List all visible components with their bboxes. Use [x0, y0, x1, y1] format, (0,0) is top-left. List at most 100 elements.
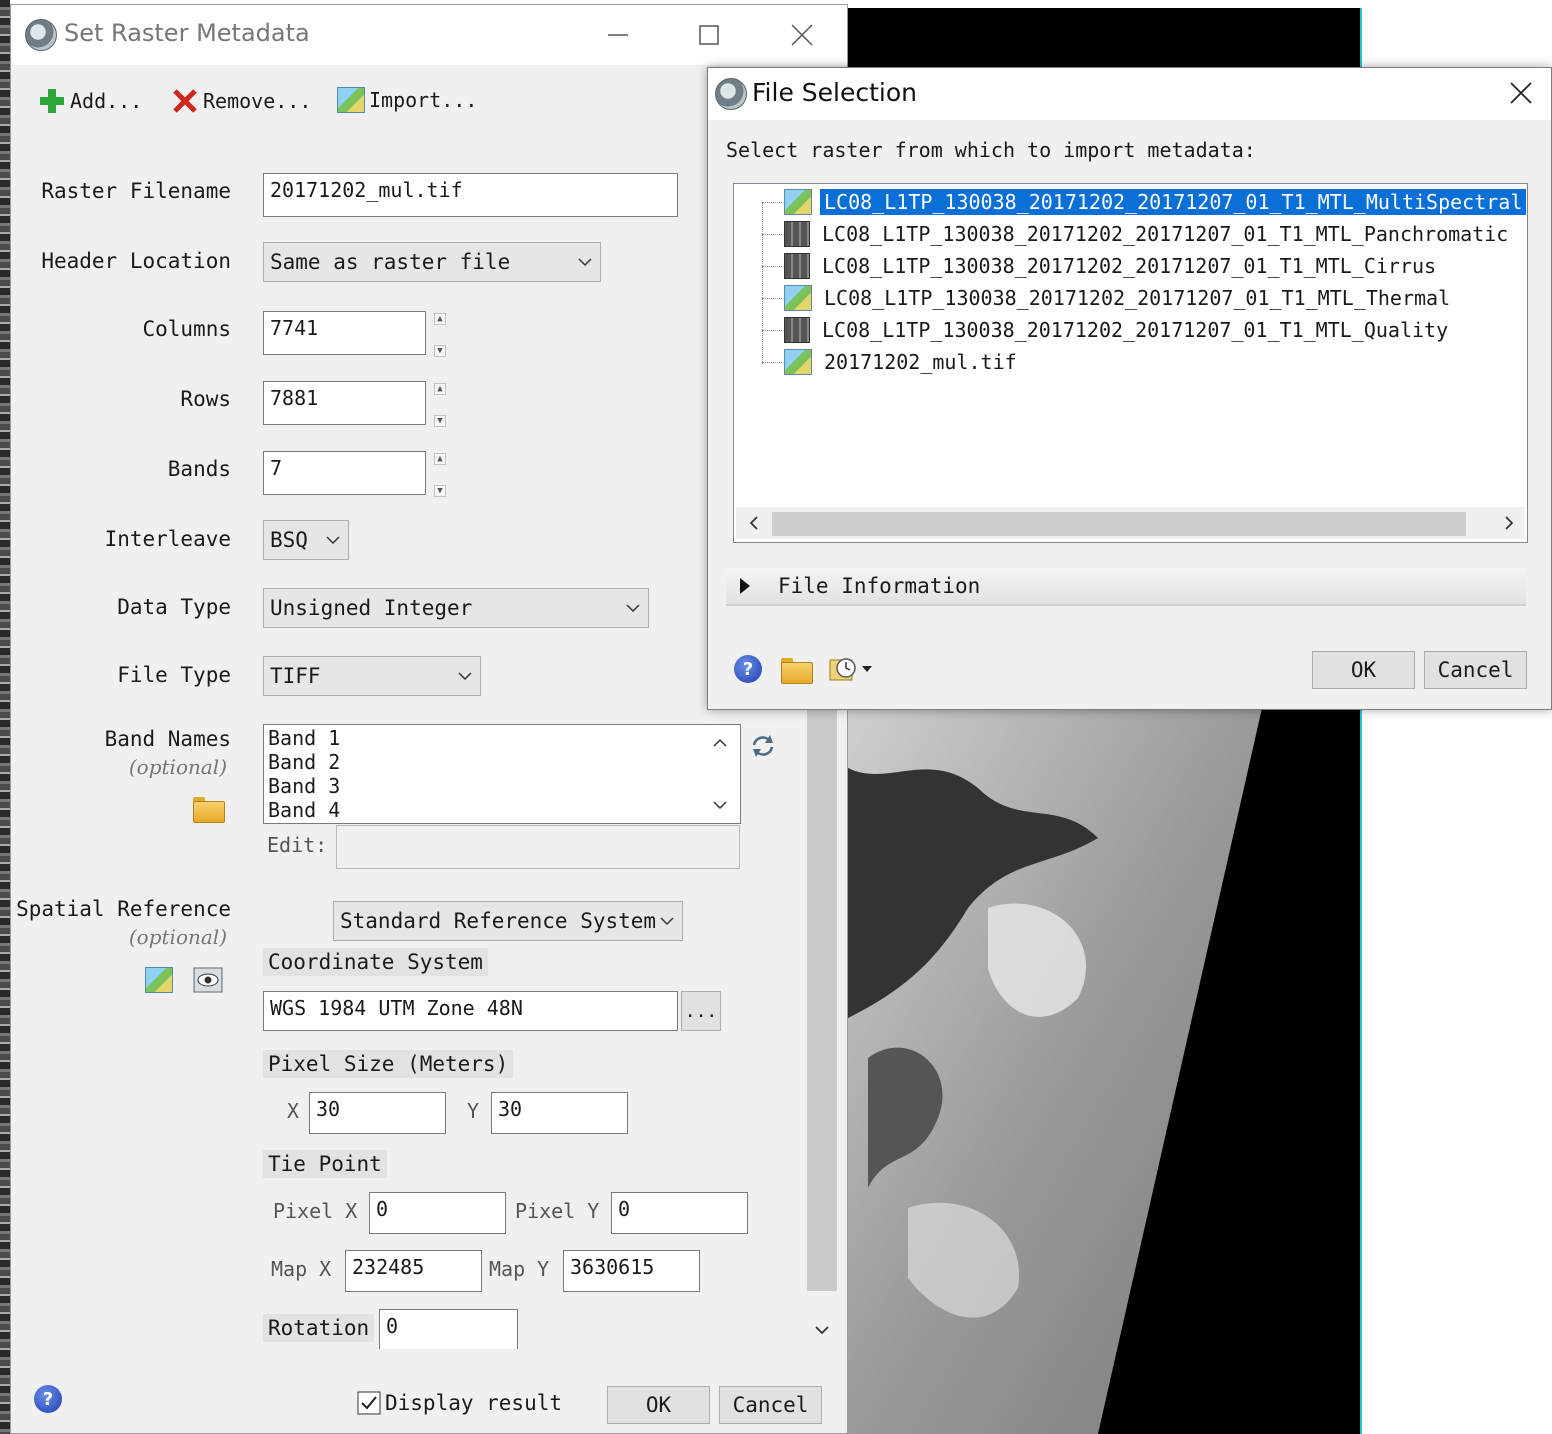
file-type-dropdown[interactable]: TIFF: [263, 656, 481, 696]
tie-map-y-field[interactable]: 3630615: [563, 1250, 700, 1292]
raster-tree[interactable]: LC08_L1TP_130038_20171202_20171207_01_T1…: [733, 183, 1528, 543]
spin-up-icon[interactable]: ▲: [434, 313, 446, 325]
coordinate-system-label: Coordinate System: [263, 948, 488, 976]
gray-raster-icon: [784, 253, 810, 279]
scroll-down-icon[interactable]: [712, 797, 728, 813]
chevron-down-icon: [626, 604, 640, 613]
rows-spinner[interactable]: ▲ ▼: [433, 383, 447, 427]
header-location-dropdown[interactable]: Same as raster file: [263, 242, 601, 282]
tree-branch: [762, 266, 782, 267]
spin-down-icon[interactable]: ▼: [434, 485, 446, 497]
rows-field[interactable]: 7881: [263, 381, 426, 425]
import-button[interactable]: Import...: [337, 87, 477, 113]
edit-label: Edit:: [267, 833, 328, 857]
band-names-label: Band Names: [104, 727, 231, 751]
list-item[interactable]: Band 4: [268, 798, 340, 822]
maximize-button[interactable]: [686, 15, 732, 55]
interleave-dropdown[interactable]: BSQ: [263, 520, 349, 560]
tie-point-label: Tie Point: [263, 1150, 387, 1178]
rotation-field[interactable]: 0: [379, 1309, 518, 1349]
fs-cancel-button[interactable]: Cancel: [1424, 651, 1527, 689]
fs-ok-button[interactable]: OK: [1312, 651, 1415, 689]
tree-item-cirrus[interactable]: LC08_L1TP_130038_20171202_20171207_01_T1…: [784, 251, 1440, 281]
scroll-left-icon[interactable]: [746, 515, 762, 531]
spin-down-icon[interactable]: ▼: [434, 415, 446, 427]
remove-label: Remove...: [203, 89, 312, 113]
tree-item-quality[interactable]: LC08_L1TP_130038_20171202_20171207_01_T1…: [784, 315, 1452, 345]
tree-item-mul-tif[interactable]: 20171202_mul.tif: [784, 347, 1021, 377]
view-raster-icon[interactable]: [193, 967, 225, 995]
file-type-label: File Type: [117, 663, 231, 687]
display-result-checkbox[interactable]: Display result: [357, 1391, 562, 1415]
dialog-title: File Selection: [752, 78, 917, 107]
recent-files-button[interactable]: [828, 654, 874, 684]
raster-filename-field[interactable]: 20171202_mul.tif: [263, 173, 678, 217]
spatial-reference-label: Spatial Reference: [16, 897, 231, 921]
open-folder-icon[interactable]: [781, 658, 813, 684]
columns-spinner[interactable]: ▲ ▼: [433, 313, 447, 357]
scroll-down-icon[interactable]: [813, 1321, 831, 1339]
horizontal-scrollbar[interactable]: [736, 507, 1525, 539]
tie-pixel-x-field[interactable]: 0: [369, 1192, 506, 1234]
gray-raster-icon: [784, 317, 810, 343]
spin-up-icon[interactable]: ▲: [434, 453, 446, 465]
cancel-button[interactable]: Cancel: [719, 1386, 822, 1424]
band-names-items: Band 1 Band 2 Band 3 Band 4: [268, 726, 340, 822]
spatial-reference-dropdown[interactable]: Standard Reference System: [333, 901, 683, 941]
file-information-expander[interactable]: File Information: [726, 568, 1526, 606]
tie-pixel-y-field[interactable]: 0: [611, 1192, 748, 1234]
ok-button[interactable]: OK: [607, 1386, 710, 1424]
coordinate-system-browse-button[interactable]: ...: [681, 991, 721, 1031]
scroll-right-icon[interactable]: [1501, 515, 1517, 531]
list-item[interactable]: Band 3: [268, 774, 340, 798]
minimize-icon: [608, 34, 628, 36]
columns-field[interactable]: 7741: [263, 311, 426, 355]
remove-button[interactable]: Remove...: [171, 87, 311, 115]
color-raster-icon: [784, 285, 812, 311]
spin-down-icon[interactable]: ▼: [434, 345, 446, 357]
pixel-y-label: Pixel Y: [515, 1199, 600, 1223]
map-x-label: Map X: [271, 1257, 332, 1281]
tree-item-panchromatic[interactable]: LC08_L1TP_130038_20171202_20171207_01_T1…: [784, 219, 1512, 249]
bands-spinner[interactable]: ▲ ▼: [433, 453, 447, 497]
help-icon[interactable]: ?: [34, 1385, 62, 1413]
data-type-dropdown[interactable]: Unsigned Integer: [263, 588, 649, 628]
coordinate-system-field[interactable]: WGS 1984 UTM Zone 48N: [263, 991, 678, 1031]
band-names-optional-label: (optional): [128, 755, 227, 779]
close-button[interactable]: [779, 15, 825, 55]
list-item[interactable]: Band 2: [268, 750, 340, 774]
tree-item-label: LC08_L1TP_130038_20171202_20171207_01_T1…: [818, 188, 1528, 216]
import-spatial-ref-icon[interactable]: [145, 967, 173, 993]
minimize-button[interactable]: [595, 15, 641, 55]
bands-field[interactable]: 7: [263, 451, 426, 495]
scrollbar-thumb[interactable]: [772, 512, 1466, 536]
pixel-size-y-field[interactable]: 30: [491, 1092, 628, 1134]
band-name-edit-field[interactable]: [336, 825, 740, 869]
spatial-reference-optional-label: (optional): [128, 925, 227, 949]
close-icon[interactable]: [1510, 82, 1532, 104]
data-type-label: Data Type: [117, 595, 231, 619]
scroll-up-icon[interactable]: [712, 735, 728, 751]
header-location-value: Same as raster file: [270, 250, 511, 274]
tree-branch: [762, 234, 782, 235]
pixel-size-label: Pixel Size (Meters): [263, 1050, 514, 1078]
spin-up-icon[interactable]: ▲: [434, 383, 446, 395]
header-location-label: Header Location: [41, 249, 231, 273]
add-button[interactable]: Add...: [38, 87, 142, 115]
pixel-size-x-field[interactable]: 30: [309, 1092, 446, 1134]
pixel-size-x-label: X: [287, 1099, 300, 1123]
history-icon: [829, 658, 872, 681]
refresh-icon[interactable]: [749, 733, 777, 759]
tree-item-thermal[interactable]: LC08_L1TP_130038_20171202_20171207_01_T1…: [784, 283, 1454, 313]
add-label: Add...: [70, 89, 143, 113]
tree-item-label: LC08_L1TP_130038_20171202_20171207_01_T1…: [822, 254, 1437, 278]
band-names-list[interactable]: Band 1 Band 2 Band 3 Band 4: [263, 724, 741, 824]
import-label: Import...: [369, 88, 478, 112]
list-item[interactable]: Band 1: [268, 726, 340, 750]
help-icon[interactable]: ?: [734, 655, 762, 683]
window-title: Set Raster Metadata: [64, 19, 310, 47]
tree-branch: [762, 330, 782, 331]
tree-item-multispectral[interactable]: LC08_L1TP_130038_20171202_20171207_01_T1…: [784, 187, 1528, 217]
tie-map-x-field[interactable]: 232485: [345, 1250, 482, 1292]
open-folder-icon[interactable]: [193, 797, 225, 823]
